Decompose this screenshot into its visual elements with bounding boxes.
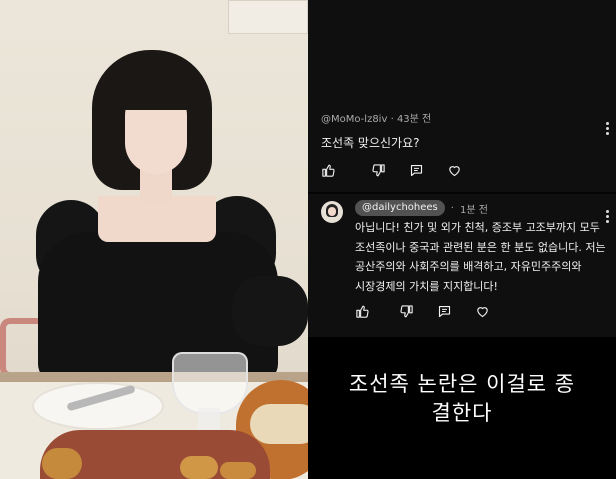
bread-roll — [180, 456, 218, 479]
avatar[interactable] — [321, 201, 343, 223]
comment-meta: @MoMo-lz8iv · 43분 전 — [321, 113, 606, 127]
reply-icon — [410, 164, 423, 176]
bread-roll — [42, 448, 82, 479]
divider — [308, 192, 616, 194]
like-button[interactable] — [321, 160, 359, 180]
like-icon — [356, 305, 369, 318]
comment: @MoMo-lz8iv · 43분 전 조선족 맞으신가요? — [321, 113, 606, 151]
meta-separator: · — [450, 202, 454, 214]
caption-line: 조선족 논란은 이걸로 종 — [348, 372, 576, 396]
comment-time: 1분 전 — [459, 204, 488, 216]
dislike-button[interactable] — [399, 301, 437, 321]
comment-username[interactable]: @MoMo-lz8iv — [321, 114, 387, 125]
reply-button[interactable] — [437, 301, 475, 321]
comment-meta: @dailychohees · 1분 전 — [355, 200, 488, 216]
glass — [172, 352, 248, 414]
heart-icon — [449, 165, 460, 176]
comment-actions — [355, 301, 513, 321]
dislike-icon — [372, 163, 385, 176]
bread-roll — [220, 462, 256, 479]
like-icon — [322, 164, 335, 177]
heart-button[interactable] — [475, 301, 513, 321]
reply-button[interactable] — [409, 160, 447, 180]
heart-button[interactable] — [447, 160, 485, 180]
photo — [0, 0, 308, 479]
dislike-icon — [400, 304, 413, 317]
more-vertical-icon[interactable] — [606, 122, 610, 137]
person-arm — [232, 276, 308, 346]
more-vertical-icon[interactable] — [606, 210, 610, 225]
glass-stem — [198, 408, 220, 432]
heart-icon — [477, 306, 488, 317]
caption: 조선족 논란은 이걸로 종 결한다 — [308, 370, 616, 428]
reply-icon — [438, 305, 451, 317]
like-button[interactable] — [355, 301, 393, 321]
bowl-food — [250, 404, 308, 444]
comment-text: 아닙니다! 친가 및 외가 친척, 증조부 고조부까지 모두 조선족이나 중국과… — [355, 221, 606, 293]
meta-separator: · — [390, 114, 394, 125]
comment-time: 43분 전 — [396, 114, 432, 125]
wall-frame — [228, 0, 308, 34]
comments-panel: @MoMo-lz8iv · 43분 전 조선족 맞으신가요? @dailycho… — [308, 0, 616, 479]
caption-line: 결한다 — [431, 401, 493, 425]
channel-owner-badge[interactable]: @dailychohees — [355, 200, 445, 216]
comment-actions — [321, 160, 485, 180]
dislike-button[interactable] — [371, 160, 409, 180]
plate — [32, 382, 164, 430]
comment-text: 조선족 맞으신가요? — [321, 136, 420, 150]
